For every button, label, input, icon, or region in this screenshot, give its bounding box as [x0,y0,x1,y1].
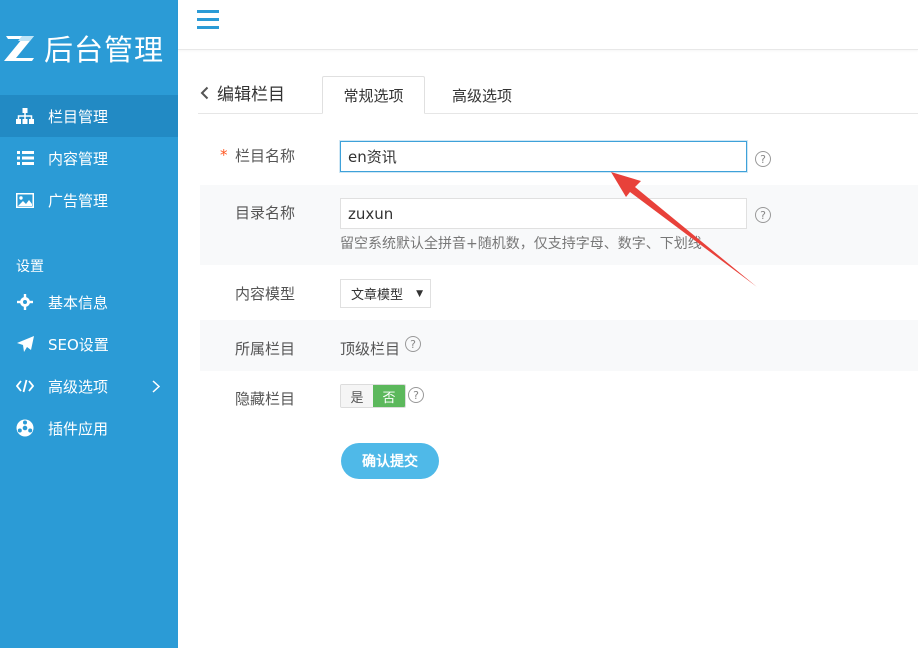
back-link[interactable]: 编辑栏目 [200,80,285,105]
page-title: 编辑栏目 [217,85,285,105]
logo: 后台管理 [4,28,164,68]
category-name-input[interactable] [340,141,747,172]
submit-button[interactable]: 确认提交 [341,443,439,479]
logo-text: 后台管理 [44,33,165,67]
toggle-no[interactable]: 否 [373,385,405,407]
sidebar-item-label: 插件应用 [48,419,109,438]
hamburger-icon[interactable] [197,10,219,30]
help-icon[interactable]: ? [755,151,771,167]
sidebar-item-label: 广告管理 [48,191,109,210]
dir-hint: 留空系统默认全拼音+随机数，仅支持字母、数字、下划线 [340,236,702,252]
dir-label: 目录名称 [235,204,296,222]
logo-z-icon [4,33,38,63]
sidebar-item-label: 栏目管理 [48,107,109,126]
settings-section-title: 设置 [16,259,44,275]
directory-name-input[interactable] [340,198,747,229]
puzzle-ball-icon [16,419,34,437]
sidebar-item-label: 内容管理 [48,149,109,168]
form-row-dir: 目录名称 ? 留空系统默认全拼音+随机数，仅支持字母、数字、下划线 [200,185,918,265]
toggle-yes[interactable]: 是 [341,385,373,407]
sidebar-item-label: SEO设置 [48,335,109,354]
list-icon [16,149,34,167]
sidebar-item-seo[interactable]: SEO设置 [0,323,178,365]
tab-advanced[interactable]: 高级选项 [432,76,532,114]
gear-icon [16,293,34,311]
settings-nav: 基本信息 SEO设置 高级选项 插件应用 [0,281,178,449]
form-row-parent: 所属栏目 顶级栏目 ? [200,320,918,371]
sidebar-item-plugins[interactable]: 插件应用 [0,407,178,449]
sidebar-item-ads[interactable]: 广告管理 [0,179,178,221]
sidebar-item-basic-info[interactable]: 基本信息 [0,281,178,323]
model-label: 内容模型 [235,285,296,303]
sidebar-item-label: 基本信息 [48,293,109,312]
sidebar: 后台管理 栏目管理 内容管理 广告管理 设置 基本信息 SEO设置 高级选项 插… [0,0,178,648]
sidebar-item-advanced[interactable]: 高级选项 [0,365,178,407]
tabs-divider [198,113,918,114]
chevron-right-icon [152,379,161,397]
hidden-label: 隐藏栏目 [235,390,296,408]
form-row-model: 内容模型 文章模型 ▼ [200,265,918,320]
top-bar [178,0,918,50]
parent-label: 所属栏目 [235,340,296,358]
image-icon [16,191,34,209]
tab-general[interactable]: 常规选项 [322,76,425,114]
name-label: 栏目名称 [235,147,296,165]
content-model-select[interactable]: 文章模型 ▼ [340,279,431,308]
sidebar-item-label: 高级选项 [48,377,109,396]
sitemap-icon [16,107,34,125]
sidebar-item-category[interactable]: 栏目管理 [0,95,178,137]
paper-plane-icon [16,335,34,353]
form-row-hidden: 隐藏栏目 是 否 ? [200,371,918,423]
sidebar-item-content[interactable]: 内容管理 [0,137,178,179]
required-mark: * [220,146,228,164]
help-icon[interactable]: ? [405,336,421,352]
caret-down-icon: ▼ [416,289,423,299]
select-value: 文章模型 [351,288,404,303]
hidden-toggle: 是 否 [340,384,406,408]
chevron-left-icon [200,86,209,99]
code-icon [16,377,34,395]
main-nav: 栏目管理 内容管理 广告管理 [0,95,178,221]
help-icon[interactable]: ? [408,387,424,403]
help-icon[interactable]: ? [755,207,771,223]
parent-value: 顶级栏目 [340,340,401,358]
form-row-name: * 栏目名称 ? [200,129,918,185]
